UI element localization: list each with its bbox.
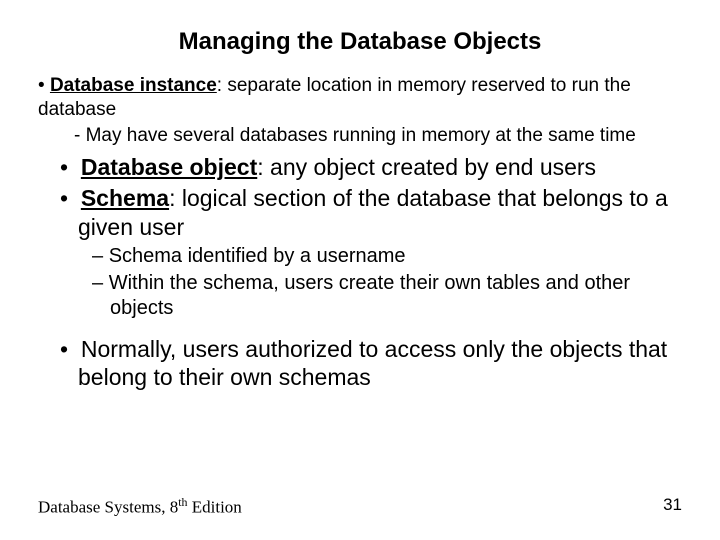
sub-db-instance: - May have several databases running in …	[74, 124, 688, 148]
slide-content: • Database instance: separate location i…	[0, 74, 720, 392]
bullet-schema: • Schema: logical section of the databas…	[60, 184, 688, 242]
term-db-object: Database object	[81, 154, 257, 180]
page-number: 31	[663, 495, 682, 515]
footer-book-title: Database Systems, 8th Edition	[38, 495, 242, 518]
slide-title: Managing the Database Objects	[0, 0, 720, 74]
bullet-db-instance: • Database instance: separate location i…	[38, 74, 688, 122]
slide-footer: Database Systems, 8th Edition 31	[38, 495, 682, 518]
term-schema: Schema	[81, 185, 169, 211]
slide: Managing the Database Objects • Database…	[0, 0, 720, 540]
def-db-object: : any object created by end users	[257, 154, 596, 180]
sub-schema-1: – Schema identified by a username	[92, 244, 688, 269]
bullet-db-object: • Database object: any object created by…	[60, 153, 688, 182]
term-db-instance: Database instance	[50, 75, 217, 96]
bullet-authorization: • Normally, users authorized to access o…	[60, 335, 688, 393]
sub-schema-2: – Within the schema, users create their …	[92, 271, 688, 321]
